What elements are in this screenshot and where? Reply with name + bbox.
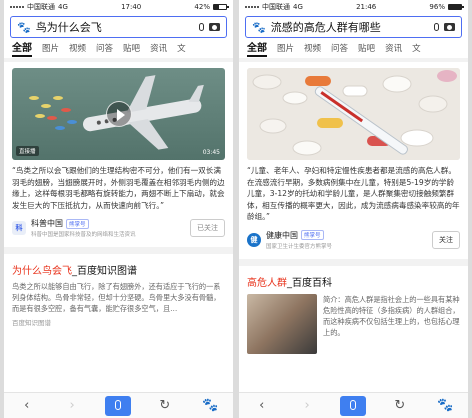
signal-icon	[10, 5, 24, 8]
refresh-icon[interactable]: ↻	[153, 398, 177, 413]
phone-screen-left: 中国联通 4G 17:40 42% 🐾 鸟为什么会飞 全部 图片 视频 问答 贴…	[4, 0, 233, 418]
video-duration: 03:45	[202, 149, 220, 156]
search-bar[interactable]: 🐾 流感的高危人群有哪些	[245, 16, 462, 38]
result-title-link[interactable]: 高危人群_百度百科	[239, 266, 468, 289]
divider	[4, 58, 233, 62]
xiongzhang-badge: 熊掌号	[66, 218, 89, 229]
source-description: 国家卫生计生委官方熊掌号	[266, 243, 333, 250]
tab-images[interactable]: 图片	[277, 42, 294, 54]
source-description: 科普中国是国家科技普及的网络和生活资讯	[31, 232, 136, 239]
source-name[interactable]: 科普中国	[31, 218, 63, 229]
followed-button[interactable]: 已关注	[190, 219, 225, 238]
source-row: 健 健康中国 熊掌号 国家卫生计生委官方熊掌号 关注	[247, 230, 460, 250]
clock: 21:46	[356, 2, 377, 11]
section-gap	[4, 247, 233, 255]
tab-news[interactable]: 资讯	[150, 42, 167, 54]
carrier-label: 中国联通	[27, 2, 55, 11]
search-tabs: 全部 图片 视频 问答 贴吧 资讯 文	[239, 38, 468, 58]
baidu-paw-icon: 🐾	[17, 20, 31, 34]
kepu-logo-icon: 科	[12, 221, 26, 236]
battery-fill	[213, 4, 220, 9]
tab-video[interactable]: 视频	[304, 42, 321, 54]
bottom-nav: ‹ › ↻ 🐾	[239, 392, 468, 418]
baidu-paw-icon: 🐾	[252, 20, 266, 34]
health-china-logo-icon: 健	[247, 232, 261, 247]
tab-images[interactable]: 图片	[42, 42, 59, 54]
battery-fill	[448, 4, 461, 9]
mic-icon[interactable]	[199, 23, 204, 31]
result-title-highlight: 高危人群	[247, 277, 287, 289]
forward-icon[interactable]: ›	[295, 398, 319, 413]
follow-button[interactable]: 关注	[432, 230, 460, 249]
result-thumbnail[interactable]	[247, 293, 317, 354]
tab-qa[interactable]: 问答	[331, 42, 348, 54]
result-title-rest: _百度知识图谱	[72, 266, 137, 278]
bottom-nav: ‹ › ↻ 🐾	[4, 392, 233, 418]
refresh-icon[interactable]: ↻	[388, 398, 412, 413]
phone-screen-right: 中国联通 4G 21:46 96% 🐾 流感的高危人群有哪些 全部 图片 视频 …	[239, 0, 468, 418]
result-source: 百度知识图谱	[12, 319, 51, 328]
camera-icon[interactable]	[444, 23, 455, 31]
battery-label: 96%	[429, 2, 445, 11]
result-snippet: 简介：高危人群是指社会上的一些具有某种危险性高的特征（多指疾病）的人群组合，而这…	[323, 294, 460, 337]
source-name[interactable]: 健康中国	[266, 230, 298, 241]
forward-icon[interactable]: ›	[60, 398, 84, 413]
tab-tieba[interactable]: 贴吧	[358, 42, 375, 54]
mic-icon[interactable]	[434, 23, 439, 31]
home-paw-icon[interactable]: 🐾	[198, 398, 222, 413]
tab-news[interactable]: 资讯	[385, 42, 402, 54]
battery-label: 42%	[194, 2, 210, 11]
source-row: 科 科普中国 熊掌号 科普中国是国家科技普及的网络和生活资讯 已关注	[12, 218, 225, 238]
tab-tieba[interactable]: 贴吧	[123, 42, 140, 54]
carrier-label: 中国联通	[262, 2, 290, 11]
xiongzhang-badge: 熊掌号	[301, 230, 324, 241]
back-icon[interactable]: ‹	[250, 398, 274, 413]
divider	[239, 58, 468, 62]
status-bar: 中国联通 4G 17:40 42%	[4, 0, 233, 13]
result-content: 简介：高危人群是指社会上的一些具有某种危险性高的特征（多指疾病）的人群组合，而这…	[239, 289, 468, 354]
battery-icon	[447, 3, 464, 10]
voice-search-button[interactable]	[340, 395, 367, 416]
status-bar: 中国联通 4G 21:46 96%	[239, 0, 468, 13]
home-paw-icon[interactable]: 🐾	[433, 398, 457, 413]
camera-icon[interactable]	[209, 23, 220, 31]
tab-qa[interactable]: 问答	[96, 42, 113, 54]
section-gap	[239, 258, 468, 266]
play-button[interactable]	[105, 101, 132, 127]
result-snippet: 鸟类之所以能够自由飞行，除了有翅膀外，还有适应于飞行的一系列身体结构。鸟骨非常轻…	[12, 282, 221, 314]
tab-all[interactable]: 全部	[12, 39, 32, 57]
live-badge: 直接播	[16, 146, 39, 156]
search-input[interactable]: 鸟为什么会飞	[36, 19, 194, 35]
video-thumbnail[interactable]: 直接播 03:45	[12, 68, 225, 160]
pills-illustration	[247, 68, 460, 160]
tab-wenku[interactable]: 文	[412, 42, 421, 54]
result-title-rest: _百度百科	[287, 277, 332, 289]
pills-thermometer-image[interactable]	[247, 68, 460, 160]
back-icon[interactable]: ‹	[15, 398, 39, 413]
result-title-highlight: 为什么鸟会飞	[12, 266, 72, 278]
network-label: 4G	[293, 2, 303, 11]
search-tabs: 全部 图片 视频 问答 贴吧 资讯 文	[4, 38, 233, 58]
answer-snippet[interactable]: “鸟类之所以会飞跟他们的生理结构密不可分，他们有一双长满羽毛的翅膀，当翅膀展开时…	[4, 160, 233, 211]
clock: 17:40	[121, 2, 142, 11]
search-input[interactable]: 流感的高危人群有哪些	[271, 19, 429, 35]
voice-search-button[interactable]	[105, 395, 132, 416]
tab-all[interactable]: 全部	[247, 39, 267, 57]
tab-video[interactable]: 视频	[69, 42, 86, 54]
search-bar[interactable]: 🐾 鸟为什么会飞	[10, 16, 227, 38]
answer-snippet[interactable]: “儿童、老年人、孕妇和特定慢性疾患者都是流感的高危人群。在流感流行早期，多数病例…	[239, 160, 468, 223]
signal-icon	[245, 5, 259, 8]
battery-icon	[212, 3, 229, 10]
result-title-link[interactable]: 为什么鸟会飞_百度知识图谱	[4, 254, 233, 277]
tab-wenku[interactable]: 文	[177, 42, 186, 54]
network-label: 4G	[58, 2, 68, 11]
